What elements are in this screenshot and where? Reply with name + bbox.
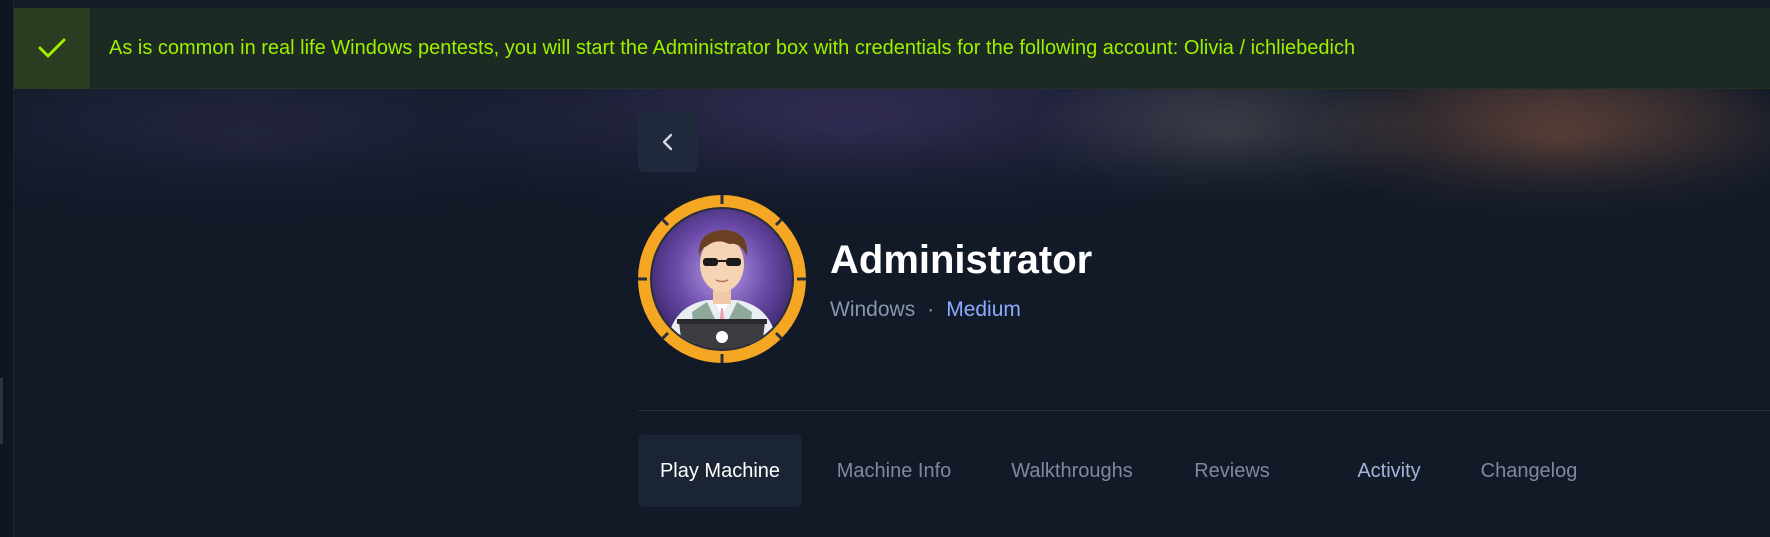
tab-machine-info[interactable]: Machine Info (822, 435, 966, 507)
section-divider (638, 410, 1770, 411)
machine-page: As is common in real life Windows pentes… (0, 0, 1770, 537)
check-icon (14, 7, 90, 89)
top-strip (0, 0, 1770, 8)
machine-title: Administrator (830, 238, 1093, 282)
notification-message: As is common in real life Windows pentes… (109, 36, 1356, 59)
tab-changelog[interactable]: Changelog (1470, 435, 1588, 507)
sidebar-rail (0, 0, 14, 537)
success-notification: As is common in real life Windows pentes… (14, 7, 1770, 89)
tab-play-machine[interactable]: Play Machine (638, 435, 802, 507)
machine-os: Windows (830, 298, 916, 321)
back-button[interactable] (638, 112, 698, 172)
tab-activity[interactable]: Activity (1338, 435, 1440, 507)
difficulty-badge: Medium (946, 298, 1021, 321)
meta-separator: · (927, 298, 935, 321)
sidebar-rail-handle[interactable] (0, 378, 3, 444)
machine-meta: Windows · Medium (830, 298, 1021, 322)
tab-walkthroughs[interactable]: Walkthroughs (999, 435, 1145, 507)
tab-reviews[interactable]: Reviews (1180, 435, 1284, 507)
chevron-left-icon (662, 133, 673, 151)
machine-avatar (637, 194, 807, 364)
